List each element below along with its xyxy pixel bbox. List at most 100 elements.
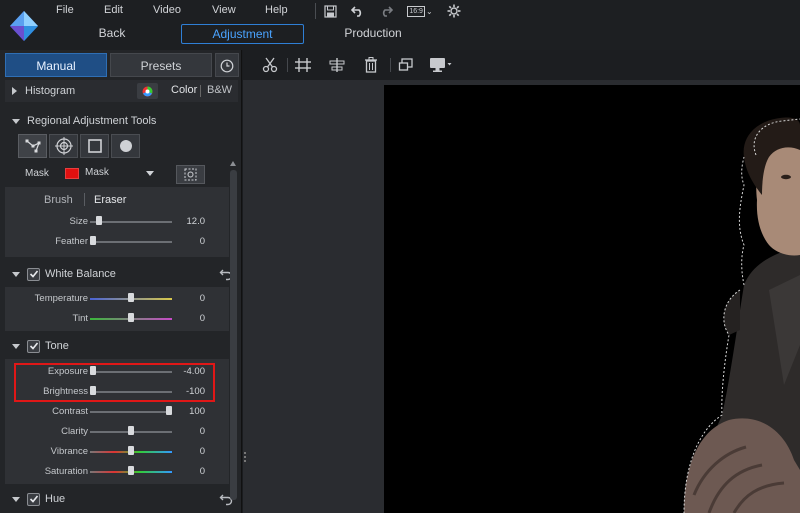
slider-label: Clarity xyxy=(61,426,88,437)
slider-feather[interactable]: Feather 0 xyxy=(5,232,229,252)
gradient-tool-button[interactable] xyxy=(80,134,109,158)
mask-options-button[interactable] xyxy=(176,165,205,184)
slider-track[interactable] xyxy=(90,411,172,413)
delete-icon[interactable] xyxy=(362,56,380,74)
tab-history[interactable] xyxy=(215,53,239,77)
settings-icon[interactable] xyxy=(446,3,462,19)
eraser-mode-button[interactable]: Eraser xyxy=(94,194,126,206)
slider-value[interactable]: 0 xyxy=(200,446,205,457)
crop-window-icon[interactable] xyxy=(397,56,415,74)
hue-checkbox[interactable] xyxy=(27,492,40,506)
slider-value[interactable]: 0 xyxy=(200,313,205,324)
slider-track[interactable] xyxy=(90,241,172,243)
chevron-down-icon xyxy=(146,171,154,176)
slider-value[interactable]: 0 xyxy=(200,236,205,247)
slider-thumb[interactable] xyxy=(96,216,103,225)
split-tool-icon[interactable] xyxy=(294,56,312,74)
color-wheel-icon[interactable] xyxy=(137,83,158,99)
slider-thumb[interactable] xyxy=(166,406,172,415)
tab-production[interactable]: Production xyxy=(330,24,416,44)
slider-clarity[interactable]: Clarity 0 xyxy=(5,422,229,442)
slider-value[interactable]: 0 xyxy=(200,293,205,304)
tone-section[interactable]: Tone xyxy=(5,335,238,357)
slider-size[interactable]: Size 12.0 xyxy=(5,212,229,232)
menu-video[interactable]: Video xyxy=(153,4,181,16)
mask-row: Mask Mask xyxy=(5,162,229,186)
tone-title: Tone xyxy=(45,340,69,352)
cut-tool-icon[interactable] xyxy=(261,56,279,74)
white-balance-title: White Balance xyxy=(45,268,116,280)
collapse-arrow-icon xyxy=(12,496,20,502)
brush-mode-button[interactable]: Brush xyxy=(44,194,73,206)
slider-thumb[interactable] xyxy=(128,466,134,475)
slider-track[interactable] xyxy=(90,221,172,223)
back-button[interactable]: Back xyxy=(80,24,144,44)
preview-canvas[interactable] xyxy=(384,85,800,513)
white-balance-checkbox[interactable] xyxy=(27,267,40,281)
color-mode-button[interactable]: Color xyxy=(171,84,197,96)
tone-checkbox[interactable] xyxy=(27,339,40,353)
slider-value[interactable]: 0 xyxy=(200,426,205,437)
slider-contrast[interactable]: Contrast 100 xyxy=(5,402,229,422)
tab-adjustment[interactable]: Adjustment xyxy=(181,24,304,44)
collapse-arrow-icon xyxy=(12,343,20,349)
tab-manual[interactable]: Manual xyxy=(5,53,107,77)
regional-tool-buttons xyxy=(18,134,143,158)
slider-value[interactable]: 12.0 xyxy=(187,216,206,227)
histogram-title: Histogram xyxy=(25,85,76,97)
path-tool-icon xyxy=(25,139,40,153)
toolbar-separator xyxy=(315,3,316,19)
menu-help[interactable]: Help xyxy=(265,4,288,16)
slider-temperature[interactable]: Temperature 0 xyxy=(5,289,229,309)
menu-edit[interactable]: Edit xyxy=(104,4,123,16)
slider-value[interactable]: 0 xyxy=(200,466,205,477)
hue-title: Hue xyxy=(45,493,66,505)
hue-section[interactable]: Hue xyxy=(5,488,238,510)
panel-scrollbar[interactable] xyxy=(230,170,237,500)
slider-value[interactable]: 100 xyxy=(189,406,205,417)
regional-tools-section[interactable]: Regional Adjustment Tools xyxy=(5,110,238,132)
slider-thumb[interactable] xyxy=(128,293,134,302)
slider-saturation[interactable]: Saturation 0 xyxy=(5,462,229,482)
masked-subject-image xyxy=(683,117,800,513)
white-balance-section[interactable]: White Balance xyxy=(5,263,238,285)
radial-tool-button[interactable] xyxy=(49,134,78,158)
undo-icon[interactable] xyxy=(350,3,366,19)
slider-thumb[interactable] xyxy=(128,446,134,455)
expand-arrow-icon xyxy=(12,87,17,95)
panel-tabs: Manual Presets xyxy=(5,53,239,77)
tab-presets[interactable]: Presets xyxy=(110,53,212,77)
slider-label: Feather xyxy=(55,236,88,247)
slider-thumb[interactable] xyxy=(90,236,96,245)
aspect-ratio-icon[interactable]: 16:9 ⌄ xyxy=(406,3,434,19)
slider-tint[interactable]: Tint 0 xyxy=(5,309,229,329)
clock-icon xyxy=(220,59,234,73)
display-options-icon[interactable] xyxy=(428,56,454,74)
redo-icon[interactable] xyxy=(378,3,394,19)
brush-tool-button[interactable] xyxy=(18,134,47,158)
menu-view[interactable]: View xyxy=(212,4,236,16)
mask-label: Mask xyxy=(25,168,49,179)
scroll-up-arrow-icon[interactable] xyxy=(230,161,236,166)
slider-thumb[interactable] xyxy=(128,426,134,435)
circle-tool-button[interactable] xyxy=(111,134,140,158)
slider-thumb[interactable] xyxy=(128,313,134,322)
slider-label: Tint xyxy=(72,313,88,324)
histogram-section[interactable]: Histogram Color B&W xyxy=(5,80,238,102)
mask-color-swatch xyxy=(65,168,79,179)
slider-label: Saturation xyxy=(44,466,88,477)
circle-icon xyxy=(119,140,132,152)
app-logo-icon xyxy=(10,11,38,41)
slider-vibrance[interactable]: Vibrance 0 xyxy=(5,442,229,462)
edit-toolbar xyxy=(243,50,800,80)
mask-selection-icon xyxy=(184,168,197,181)
target-icon xyxy=(54,137,73,155)
regional-tools-title: Regional Adjustment Tools xyxy=(27,115,157,127)
align-tool-icon[interactable] xyxy=(328,56,346,74)
menu-file[interactable]: File xyxy=(56,4,74,16)
slider-label: Temperature xyxy=(34,293,88,304)
panel-splitter-handle[interactable] xyxy=(243,450,247,466)
bw-mode-button[interactable]: B&W xyxy=(207,84,232,96)
save-icon[interactable] xyxy=(322,3,338,19)
square-icon xyxy=(87,139,102,153)
